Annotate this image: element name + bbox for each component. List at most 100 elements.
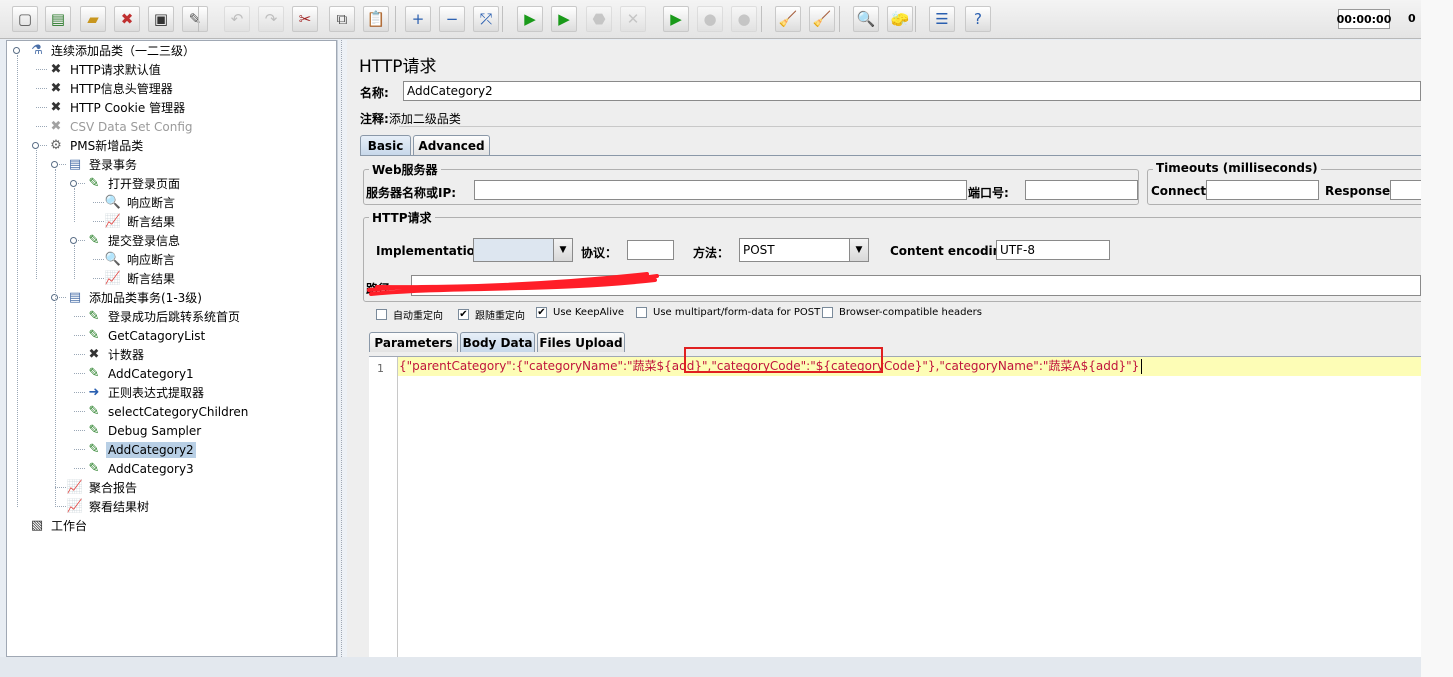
tree-node[interactable]: ▧ 工作台 [29,516,89,535]
start-icon[interactable]: ▶ [517,6,543,32]
tree-node[interactable]: 📈 聚合报告 [67,478,139,497]
sampler-icon: ✎ [88,176,100,191]
checkbox-box[interactable] [822,307,833,318]
test-plan-tree[interactable]: ⚗ 连续添加品类（一二三级） ✖ HTTP请求默认值 ✖ HTTP信息头管理器 ✖ HTTP … [6,40,337,657]
tree-node[interactable]: ✎ GetCatagoryList [86,326,207,345]
server-input[interactable] [474,180,967,200]
tab-files-upload[interactable]: Files Upload [537,332,625,352]
tree-node[interactable]: ✎ 打开登录页面 [86,174,182,193]
tree-node[interactable]: ✎ 提交登录信息 [86,231,182,250]
option-checkbox[interactable]: ✔ Use KeepAlive [536,307,624,318]
help-icon[interactable]: ? [965,6,991,32]
tree-node-label: 察看结果树 [89,500,150,514]
new-icon[interactable]: ▢ [12,6,38,32]
function-helper-icon[interactable]: ☰ [929,6,955,32]
tree-node[interactable]: ✖ HTTP请求默认值 [48,60,163,79]
port-input[interactable] [1025,180,1138,200]
name-input[interactable]: AddCategory2 [403,81,1421,101]
clear-icon[interactable]: 🧹 [775,6,801,32]
checkbox-label: 跟随重定向 [475,311,525,322]
tree-node[interactable]: ✎ selectCategoryChildren [86,402,250,421]
tree-node[interactable]: ✎ AddCategory3 [86,459,196,478]
tree-node[interactable]: 🔍 响应断言 [105,193,177,212]
tree-expander[interactable] [51,161,58,168]
remote-stop-icon[interactable]: ● [697,6,723,32]
body-code-line[interactable]: {"parentCategory":{"categoryName":"蔬菜${a… [398,357,1421,376]
redo-icon[interactable]: ↷ [258,6,284,32]
expand-icon[interactable]: + [405,6,431,32]
tab-advanced[interactable]: Advanced [413,135,490,155]
implementation-select[interactable]: ▼ [473,238,573,262]
chevron-down-icon[interactable]: ▼ [849,239,868,261]
undo-icon[interactable]: ↶ [224,6,250,32]
chevron-down-icon[interactable]: ▼ [553,239,572,261]
tree-expander[interactable] [70,180,77,187]
option-checkbox[interactable]: 自动重定向 [376,307,443,322]
open-icon[interactable]: ▰ [80,6,106,32]
encoding-input[interactable]: UTF-8 [996,240,1110,260]
save-icon[interactable]: ▣ [148,6,174,32]
tree-node[interactable]: 🔍 响应断言 [105,250,177,269]
cut-icon[interactable]: ✂ [292,6,318,32]
tree-node[interactable]: 📈 断言结果 [105,269,177,288]
response-input[interactable] [1390,180,1421,200]
tree-node[interactable]: ▤ 登录事务 [67,155,139,174]
paste-icon[interactable]: 📋 [363,6,389,32]
start-no-pause-icon[interactable]: ▶ [551,6,577,32]
comment-value[interactable]: 添加二级品类 [389,112,461,126]
copy-icon[interactable]: ⧉ [329,6,355,32]
checkbox-box[interactable]: ✔ [536,307,547,318]
tree-node[interactable]: ✎ AddCategory1 [86,364,196,383]
checkbox-box[interactable] [636,307,647,318]
tree-node[interactable]: 📈 断言结果 [105,212,177,231]
sampler-icon: ✎ [88,328,100,343]
templates-icon[interactable]: ▤ [45,6,71,32]
tab-parameters[interactable]: Parameters [369,332,458,352]
search-icon[interactable]: 🔍 [853,6,879,32]
toggle-icon[interactable]: ⤱ [473,6,499,32]
option-checkbox[interactable]: Browser-compatible headers [822,307,982,318]
option-checkbox[interactable]: Use multipart/form-data for POST [636,307,820,318]
remote-shutdown-icon[interactable]: ● [731,6,757,32]
shutdown-icon[interactable]: ✕ [620,6,646,32]
body-data-editor[interactable]: 1 {"parentCategory":{"categoryName":"蔬菜$… [369,356,1421,657]
tree-node[interactable]: ✎ AddCategory2 [86,440,196,459]
checkbox-box[interactable] [376,309,387,320]
option-checkbox[interactable]: ✔ 跟随重定向 [458,307,525,322]
tree-node[interactable]: ✖ CSV Data Set Config [48,117,195,136]
reset-search-icon[interactable]: 🧽 [887,6,913,32]
tab-body-data[interactable]: Body Data [460,332,535,352]
collapse-icon[interactable]: − [439,6,465,32]
tree-node[interactable]: 📈 察看结果树 [67,497,151,516]
tree-node[interactable]: ✎ Debug Sampler [86,421,203,440]
tab-basic[interactable]: Basic [360,135,411,155]
tree-node[interactable]: ✖ HTTP信息头管理器 [48,79,175,98]
tree-node[interactable]: ✖ HTTP Cookie 管理器 [48,98,187,117]
checkbox-box[interactable]: ✔ [458,309,469,320]
sampler-icon: ✎ [88,423,100,438]
comment-label: 注释:添加二级品类 [360,112,461,126]
tree-node[interactable]: ⚙ PMS新增品类 [48,136,145,155]
stop-icon[interactable]: ⬣ [586,6,612,32]
tree-expander[interactable] [32,142,39,149]
protocol-input[interactable] [627,240,674,260]
tree-expander[interactable] [70,237,77,244]
tree-node[interactable]: ▤ 添加品类事务(1-3级) [67,288,204,307]
tree-expander[interactable] [13,47,20,54]
tree-node[interactable]: ✎ 登录成功后跳转系统首页 [86,307,242,326]
pane-splitter[interactable] [337,40,347,657]
close-icon[interactable]: ✖ [114,6,140,32]
toolbar-separator [198,6,199,32]
tree-node[interactable]: ⚗ 连续添加品类（一二三级） [29,41,197,60]
response-label: Response: [1325,184,1395,198]
tree-node[interactable]: ✖ 计数器 [86,345,146,364]
protocol-label: 协议： [581,246,618,260]
tree-node[interactable]: ➜ 正则表达式提取器 [86,383,206,402]
toolbar-separator [502,6,503,32]
save-as-icon[interactable]: ✎ [182,6,208,32]
method-select[interactable]: POST ▼ [739,238,869,262]
remote-start-icon[interactable]: ▶ [663,6,689,32]
connect-input[interactable] [1206,180,1319,200]
clear-all-icon[interactable]: 🧹 [809,6,835,32]
graph-icon: 📈 [104,271,122,286]
